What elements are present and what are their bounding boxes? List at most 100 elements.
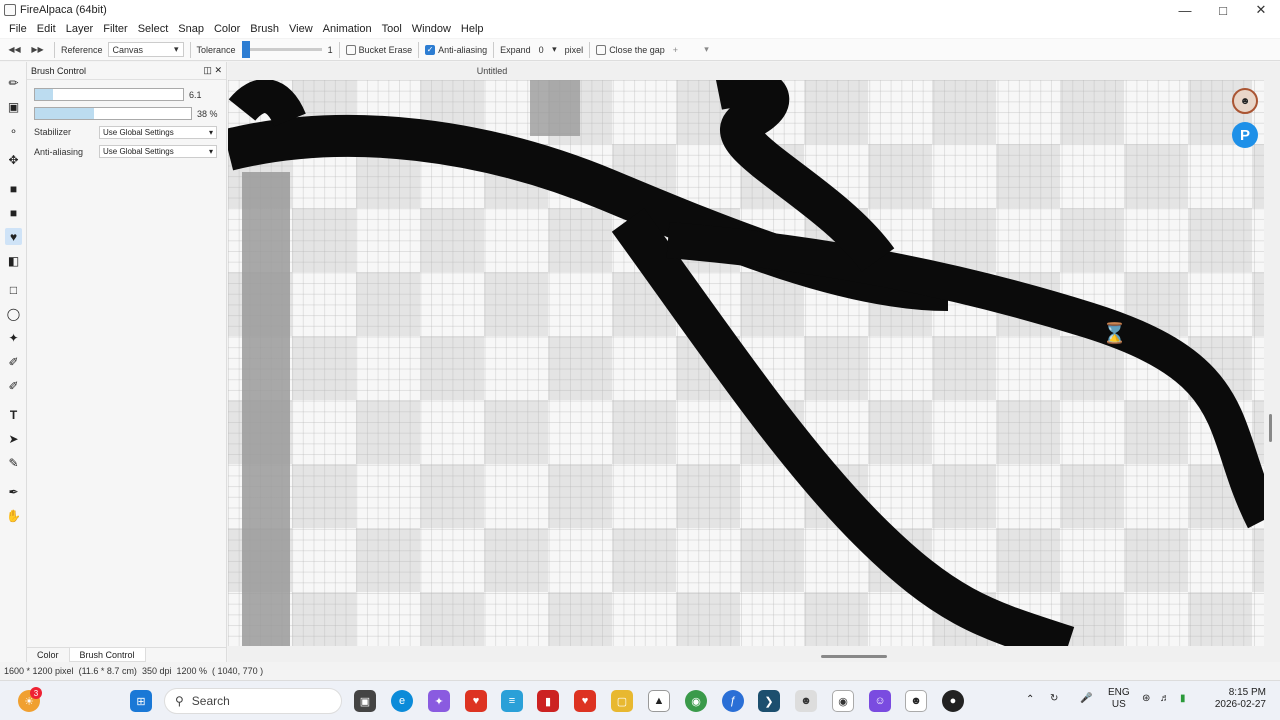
search-input[interactable]: ⚲ Search [164, 688, 342, 714]
terminal-icon[interactable]: ❯ [758, 690, 780, 712]
menu-tool[interactable]: Tool [377, 23, 407, 35]
dividing-icon[interactable]: ✎ [5, 454, 22, 471]
reference-dropdown[interactable]: Canvas ▾ [107, 42, 184, 57]
close-gap-checkbox[interactable] [596, 44, 607, 55]
tray-chevron-icon[interactable]: ⌃ [1026, 694, 1034, 705]
panel-title: Brush Control [31, 65, 87, 76]
drawing-canvas[interactable]: ⌛ ☻ P [228, 80, 1264, 646]
menu-filter[interactable]: Filter [98, 23, 132, 35]
bucket-fill-icon[interactable]: ♥ [5, 228, 22, 245]
app-heart-icon[interactable]: ♥ [574, 690, 596, 712]
close-gap-dropdown[interactable]: + ▾ [669, 42, 713, 57]
title-bar: FireAlpaca (64bit) — □ ✕ [0, 0, 1280, 20]
task-view-icon[interactable]: ▣ [354, 690, 376, 712]
pixiv-icon[interactable]: P [1232, 122, 1258, 148]
app-red-icon[interactable]: ♥ [465, 690, 487, 712]
eraser-icon[interactable]: ▣ [5, 98, 22, 115]
undock-icon[interactable]: ◫ [203, 65, 212, 75]
move-icon[interactable]: ✥ [5, 151, 22, 168]
brush-size-slider[interactable] [34, 88, 184, 101]
size-fill [35, 89, 53, 100]
chevron-down-icon: ▾ [208, 128, 213, 137]
app-penguin-icon[interactable]: ☻ [905, 690, 927, 712]
menu-view[interactable]: View [284, 23, 318, 35]
menu-select[interactable]: Select [133, 23, 174, 35]
tolerance-thumb[interactable] [241, 41, 250, 58]
app-blue-icon[interactable]: ƒ [722, 690, 744, 712]
notepad-icon[interactable]: ≡ [501, 690, 523, 712]
status-bar: 1600 * 1200 pixel (11.6 * 8.7 cm) 350 dp… [0, 662, 1280, 680]
horizontal-scrollbar[interactable] [821, 655, 887, 658]
bucket-erase-checkbox[interactable] [345, 44, 356, 55]
select-pen-icon[interactable]: ✐ [5, 353, 22, 370]
file-explorer-icon[interactable]: ▢ [611, 690, 633, 712]
battery-icon[interactable]: ▮ [1180, 693, 1186, 704]
vertical-scrollbar[interactable] [1269, 414, 1272, 442]
tab-brush-control[interactable]: Brush Control [68, 648, 146, 662]
lasso-icon[interactable]: ◯ [5, 305, 22, 322]
avatar[interactable]: ☻ [1232, 88, 1258, 114]
app-dark-icon[interactable]: ● [942, 690, 964, 712]
windows-start-icon[interactable]: ⊞ [130, 690, 152, 712]
menu-brush[interactable]: Brush [245, 23, 284, 35]
expand-dropdown[interactable]: 0 ▾ [535, 42, 561, 57]
antialiasing-dropdown[interactable]: Use Global Settings ▾ [99, 145, 217, 158]
app-purple-icon[interactable]: ☺ [869, 690, 891, 712]
brush-opacity-slider[interactable] [34, 107, 192, 120]
app-alpaca-icon[interactable]: ☻ [795, 690, 817, 712]
wifi-icon[interactable]: ⊛ [1142, 693, 1150, 704]
menu-snap[interactable]: Snap [173, 23, 209, 35]
menu-help[interactable]: Help [456, 23, 489, 35]
fill-shape-icon[interactable]: ■ [5, 180, 22, 197]
gradient-icon[interactable]: ◧ [5, 252, 22, 269]
copilot-icon[interactable]: ✦ [428, 690, 450, 712]
antialiasing-label: Anti-aliasing [438, 44, 488, 55]
tolerance-label: Tolerance [196, 44, 236, 55]
chrome-icon[interactable]: ◉ [685, 690, 707, 712]
text-icon[interactable]: T [5, 406, 22, 423]
close-icon[interactable]: ✕ [214, 65, 222, 75]
operation-icon[interactable]: ➤ [5, 430, 22, 447]
close-button[interactable]: ✕ [1242, 0, 1280, 20]
app-mouse-icon[interactable]: ◉ [832, 690, 854, 712]
hourglass-cursor-icon: ⌛ [1102, 321, 1127, 345]
divider [418, 41, 420, 58]
language-indicator[interactable]: ENG US [1108, 687, 1130, 711]
menu-layer[interactable]: Layer [61, 23, 99, 35]
app-book-icon[interactable]: ▮ [537, 690, 559, 712]
bucket-icon[interactable]: ■ [5, 204, 22, 221]
divider [338, 41, 340, 58]
menu-window[interactable]: Window [407, 23, 456, 35]
next-icon[interactable]: ▶▶ [31, 43, 44, 56]
brush-icon[interactable]: ✏ [5, 74, 22, 91]
firealpaca-icon[interactable]: ▲ [648, 690, 670, 712]
menu-color[interactable]: Color [209, 23, 245, 35]
select-rect-icon[interactable]: □ [5, 281, 22, 298]
select-eraser-icon[interactable]: ✐ [5, 377, 22, 394]
menu-file[interactable]: File [4, 23, 32, 35]
eyedropper-icon[interactable]: ✒ [5, 483, 22, 500]
time: 8:15 PM [1228, 687, 1266, 698]
canvas-area: Untitled ⌛ ☻ P [228, 62, 1280, 662]
bucket-erase-label: Bucket Erase [358, 44, 413, 55]
volume-icon[interactable]: ♬ [1160, 693, 1170, 704]
maximize-button[interactable]: □ [1204, 0, 1242, 20]
hand-icon[interactable]: ✋ [5, 507, 22, 524]
stroke-hook [228, 80, 306, 128]
sync-icon[interactable]: ↻ [1050, 693, 1058, 704]
menu-animation[interactable]: Animation [318, 23, 377, 35]
mic-icon[interactable]: 🎤 [1080, 693, 1092, 704]
clock[interactable]: 8:15 PM 2026-02-27 [1206, 687, 1266, 711]
stabilizer-dropdown[interactable]: Use Global Settings ▾ [99, 126, 217, 139]
dot-icon[interactable]: ∘ [5, 122, 22, 139]
date: 2026-02-27 [1214, 699, 1266, 710]
edge-icon[interactable]: e [391, 690, 413, 712]
magic-wand-icon[interactable]: ✦ [5, 329, 22, 346]
tolerance-slider[interactable] [241, 41, 322, 58]
minimize-button[interactable]: — [1166, 0, 1204, 20]
menu-edit[interactable]: Edit [32, 23, 61, 35]
prev-icon[interactable]: ◀◀ [8, 43, 21, 56]
antialiasing-checkbox[interactable]: ✓ [425, 44, 436, 55]
reference-label: Reference [61, 44, 103, 55]
tab-color[interactable]: Color [27, 648, 69, 662]
